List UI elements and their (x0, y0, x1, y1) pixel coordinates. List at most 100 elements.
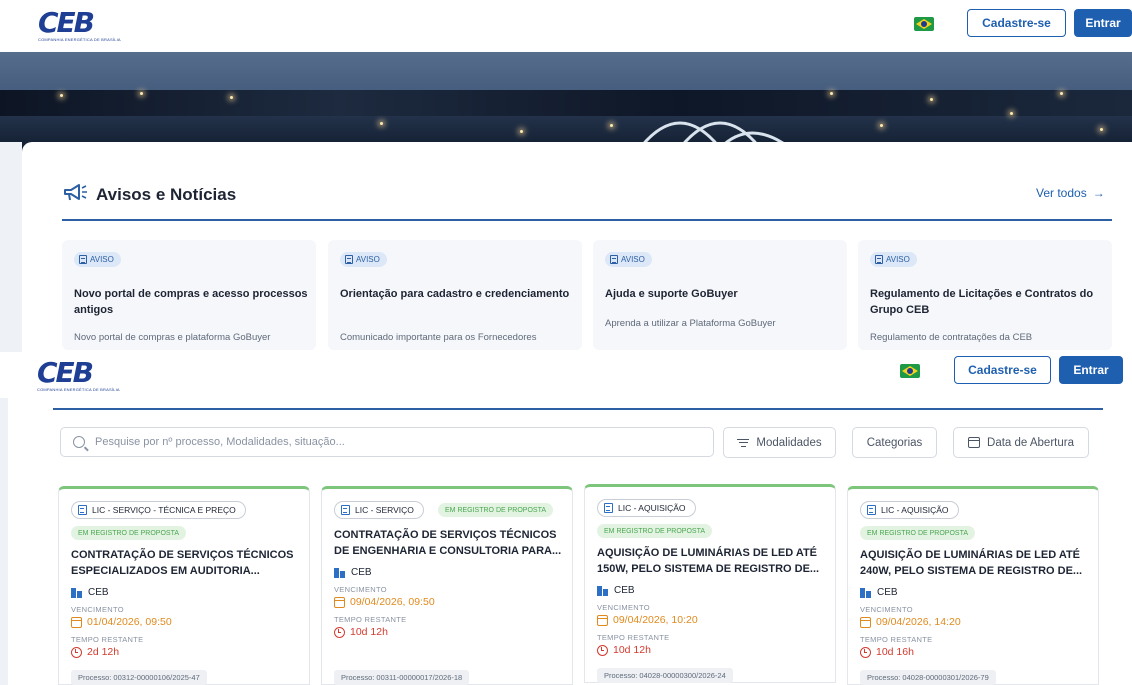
status-badge: EM REGISTRO DE PROPOSTA (438, 503, 553, 517)
ceb-logo[interactable]: CEB COMPANHIA ENERGÉTICA DE BRASÍLIA (38, 6, 121, 43)
megaphone-icon (64, 184, 87, 201)
news-divider (62, 219, 1112, 221)
arrow-right-icon: → (1092, 186, 1105, 200)
news-title: Ajuda e suporte GoBuyer (605, 288, 738, 300)
process-number: Processo: 04028-00000301/2026-79 (860, 670, 996, 685)
process-type-tag: LIC - AQUISIÇÃO (860, 501, 959, 519)
process-org: CEB (334, 567, 372, 578)
document-icon (78, 505, 87, 515)
building-icon (71, 587, 82, 598)
register-button[interactable]: Cadastre-se (954, 356, 1051, 384)
process-org: CEB (860, 587, 898, 598)
document-icon (867, 505, 876, 515)
see-all-label: Ver todos (1036, 186, 1087, 200)
login-button[interactable]: Entrar (1059, 356, 1123, 384)
logo-subtitle: COMPANHIA ENERGÉTICA DE BRASÍLIA (37, 387, 120, 392)
news-card[interactable]: AVISO Ajuda e suporte GoBuyer Aprenda a … (593, 240, 847, 350)
due-date: 09/04/2026, 14:20 (860, 616, 961, 628)
process-card[interactable]: LIC - AQUISIÇÃO EM REGISTRO DE PROPOSTA … (584, 484, 836, 683)
document-icon (341, 505, 350, 515)
filter-lines-icon (737, 438, 750, 447)
calendar-icon (968, 437, 981, 448)
document-icon (79, 255, 87, 264)
process-title: AQUISIÇÃO DE LUMINÁRIAS DE LED ATÉ 150W,… (597, 547, 820, 575)
modalidades-label: Modalidades (756, 436, 822, 449)
news-badge: AVISO (605, 252, 652, 267)
process-number: Processo: 04028-00000300/2026-24 (597, 668, 733, 683)
news-title: Regulamento de Licitações e Contratos do… (870, 288, 1094, 316)
news-badge: AVISO (340, 252, 387, 267)
register-button[interactable]: Cadastre-se (967, 9, 1066, 37)
building-icon (597, 585, 608, 596)
process-org: CEB (597, 585, 635, 596)
remaining-time: 2d 12h (71, 646, 119, 658)
remaining-label: TEMPO RESTANTE (334, 615, 407, 624)
process-type-tag: LIC - SERVIÇO - TÉCNICA E PREÇO (71, 501, 246, 519)
document-icon (604, 503, 613, 513)
news-card[interactable]: AVISO Novo portal de compras e acesso pr… (62, 240, 316, 350)
due-date: 01/04/2026, 09:50 (71, 616, 172, 628)
modalidades-filter-button[interactable]: Modalidades (723, 427, 836, 458)
remaining-label: TEMPO RESTANTE (860, 635, 933, 644)
process-number: Processo: 00311-00000017/2026-18 (334, 670, 470, 685)
process-type-tag: LIC - SERVIÇO (334, 501, 424, 519)
logo-text: CEB (38, 6, 95, 39)
process-card[interactable]: LIC - SERVIÇO - TÉCNICA E PREÇO EM REGIS… (58, 486, 310, 685)
news-description: Aprenda a utilizar a Plataforma GoBuyer (605, 318, 776, 329)
remaining-time: 10d 12h (334, 626, 388, 638)
news-card[interactable]: AVISO Orientação para cadastro e credenc… (328, 240, 582, 350)
due-label: VENCIMENTO (860, 605, 913, 614)
remaining-label: TEMPO RESTANTE (71, 635, 144, 644)
search-icon (73, 436, 85, 448)
news-card[interactable]: AVISO Regulamento de Licitações e Contra… (858, 240, 1112, 350)
clock-icon (71, 646, 82, 658)
brazil-flag-icon[interactable] (914, 17, 934, 31)
process-card[interactable]: LIC - AQUISIÇÃO EM REGISTRO DE PROPOSTA … (847, 486, 1099, 685)
building-icon (334, 567, 345, 578)
logo-subtitle: COMPANHIA ENERGÉTICA DE BRASÍLIA (38, 37, 121, 42)
status-badge: EM REGISTRO DE PROPOSTA (71, 526, 186, 540)
clock-icon (597, 644, 608, 656)
news-description: Novo portal de compras e plataforma GoBu… (74, 332, 271, 343)
logo-text: CEB (37, 356, 94, 389)
status-badge: EM REGISTRO DE PROPOSTA (860, 526, 975, 540)
document-icon (610, 255, 618, 264)
document-icon (345, 255, 353, 264)
categorias-label: Categorias (866, 436, 923, 449)
top-header: CEB COMPANHIA ENERGÉTICA DE BRASÍLIA Cad… (0, 0, 1132, 52)
process-type-tag: LIC - AQUISIÇÃO (597, 499, 696, 517)
section-divider (53, 408, 1103, 410)
process-title: CONTRATAÇÃO DE SERVIÇOS TÉCNICOS ESPECIA… (71, 549, 294, 577)
data-abertura-label: Data de Abertura (987, 436, 1074, 449)
document-icon (875, 255, 883, 264)
login-button[interactable]: Entrar (1074, 9, 1132, 37)
remaining-time: 10d 12h (597, 644, 651, 656)
building-icon (860, 587, 871, 598)
ceb-logo[interactable]: CEB COMPANHIA ENERGÉTICA DE BRASÍLIA (37, 356, 120, 393)
process-number: Processo: 00312-00000106/2025-47 (71, 670, 207, 685)
process-card[interactable]: LIC - SERVIÇO EM REGISTRO DE PROPOSTA CO… (321, 486, 573, 685)
left-edge (0, 398, 8, 685)
news-badge: AVISO (870, 252, 917, 267)
brazil-flag-icon[interactable] (900, 364, 920, 378)
search-bar[interactable] (60, 427, 714, 457)
data-abertura-filter-button[interactable]: Data de Abertura (953, 427, 1089, 458)
news-title: Novo portal de compras e acesso processo… (74, 288, 308, 316)
remaining-time: 10d 16h (860, 646, 914, 658)
due-date: 09/04/2026, 09:50 (334, 596, 435, 608)
panel-left-shadow (0, 142, 22, 352)
process-title: AQUISIÇÃO DE LUMINÁRIAS DE LED ATÉ 240W,… (860, 549, 1083, 577)
news-badge: AVISO (74, 252, 121, 267)
news-description: Comunicado importante para os Fornecedor… (340, 332, 537, 343)
see-all-link[interactable]: Ver todos → (1036, 186, 1105, 200)
news-description: Regulamento de contratações da CEB (870, 332, 1033, 343)
status-badge: EM REGISTRO DE PROPOSTA (597, 524, 712, 538)
clock-icon (860, 646, 871, 658)
news-section-title: Avisos e Notícias (96, 185, 237, 204)
calendar-icon (860, 616, 871, 628)
due-date: 09/04/2026, 10:20 (597, 614, 698, 626)
due-label: VENCIMENTO (334, 585, 387, 594)
news-title: Orientação para cadastro e credenciament… (340, 288, 570, 300)
categorias-filter-button[interactable]: Categorias (852, 427, 937, 458)
search-input[interactable] (95, 436, 685, 448)
